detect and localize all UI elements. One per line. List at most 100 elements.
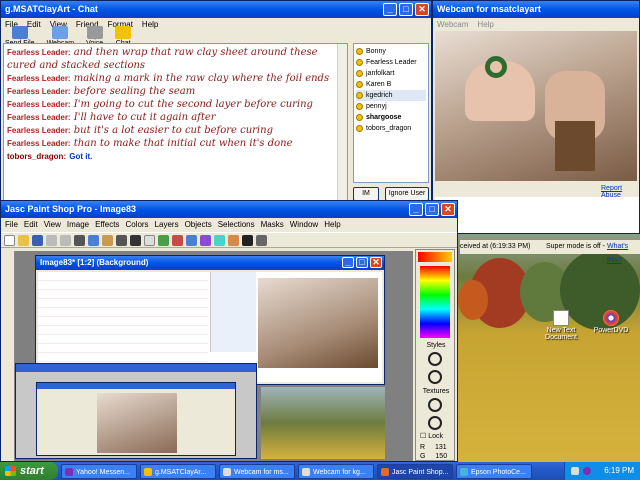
buddy-status-icon (356, 114, 363, 121)
buddy-item[interactable]: Fearless Leader (356, 57, 426, 68)
webcam-titlebar[interactable]: Webcam for msatclayart (433, 1, 639, 18)
taskbar-item[interactable]: Webcam for kg... (298, 463, 374, 479)
whats-this-link[interactable]: What's this? (607, 240, 640, 268)
buddy-item[interactable]: janfolkart (356, 68, 426, 79)
menu-file[interactable]: File (5, 218, 18, 232)
desktop-icon-text-document[interactable]: New Text Document (540, 310, 582, 341)
menu-objects[interactable]: Objects (185, 218, 212, 232)
maximize-button[interactable]: □ (425, 203, 439, 216)
chat-message: Fearless Leader: before sealing the seam (7, 86, 196, 97)
send-file-icon (11, 26, 28, 39)
no-icon[interactable] (130, 234, 141, 246)
taskbar-item[interactable]: Yahoo! Messen... (61, 463, 137, 479)
wallpaper-tree (458, 280, 488, 320)
buddy-item[interactable]: tobors_dragon (356, 123, 426, 134)
textures-swatch-background[interactable] (428, 416, 442, 430)
materials-palette: Styles Textures ☐ Lock R 131 G 150 (415, 249, 455, 461)
paste-icon[interactable] (102, 234, 113, 246)
buddy-item[interactable]: Karen B (356, 79, 426, 90)
menu-effects[interactable]: Effects (95, 218, 119, 232)
microphone-icon (86, 26, 103, 39)
buddy-item[interactable]: kgedrich (356, 90, 426, 101)
minimize-button[interactable]: _ (342, 257, 354, 268)
im-button[interactable]: IM (353, 187, 379, 201)
menu-webcam[interactable]: Webcam (437, 18, 468, 32)
menu-image[interactable]: Image (67, 218, 89, 232)
menu-help[interactable]: Help (142, 18, 158, 32)
script-icon[interactable] (228, 234, 239, 246)
psp-titlebar[interactable]: Jasc Paint Shop Pro - Image83 _ □ ✕ (1, 201, 457, 218)
chat-titlebar[interactable]: g.MSATClayArt - Chat _ □ ✕ (1, 1, 431, 18)
chat-message: tobors_dragon: Got it. (7, 152, 93, 161)
clock[interactable]: 6:19 PM (604, 466, 634, 475)
window-title: g.MSATClayArt - Chat (5, 4, 98, 14)
image83-titlebar[interactable]: Image83* [1:2] (Background) _ □ ✕ (36, 256, 384, 270)
undo-icon[interactable] (46, 234, 57, 246)
desktop-icon-powerdvd[interactable]: PowerDVD (590, 310, 632, 334)
menu-view[interactable]: View (44, 218, 61, 232)
minimize-button[interactable]: _ (409, 203, 423, 216)
psp-tool-strip (3, 251, 15, 461)
nested-desktop-capture (261, 387, 385, 459)
webcam-status-strip: ceived at (6:19:33 PM) Super mode is off… (460, 240, 640, 264)
context-help-icon[interactable] (256, 234, 267, 246)
color-spectrum-picker[interactable] (420, 266, 450, 338)
chat-message: Fearless Leader: and then wrap that raw … (7, 47, 318, 71)
redo-icon[interactable] (60, 234, 71, 246)
open-icon[interactable] (18, 234, 29, 246)
lock-checkbox[interactable]: ☐ Lock (420, 432, 443, 440)
taskbar-item[interactable]: Jasc Paint Shop... (377, 463, 453, 479)
menu-layers[interactable]: Layers (155, 218, 179, 232)
close-button[interactable]: ✕ (441, 203, 455, 216)
nested-psp-capture (15, 363, 257, 459)
browse-icon[interactable] (144, 234, 155, 246)
menu-help[interactable]: Help (477, 18, 493, 32)
menu-masks[interactable]: Masks (261, 218, 284, 232)
cut-icon[interactable] (74, 234, 85, 246)
buddy-item[interactable]: pennyj (356, 101, 426, 112)
buddy-item[interactable]: Bonny (356, 46, 426, 57)
webcam-icon (223, 467, 231, 476)
maximize-button[interactable]: □ (399, 3, 413, 16)
menu-colors[interactable]: Colors (125, 218, 148, 232)
tool-options-icon[interactable] (214, 234, 225, 246)
menu-edit[interactable]: Edit (24, 218, 38, 232)
buddy-item[interactable]: shargoose (356, 112, 426, 123)
help-icon[interactable] (242, 234, 253, 246)
chat-scrollbar[interactable] (337, 44, 347, 202)
taskbar-item[interactable]: Webcam for ms... (219, 463, 295, 479)
menu-help[interactable]: Help (324, 218, 340, 232)
color-readout-r: R 131 (420, 444, 447, 451)
textures-swatch[interactable] (428, 398, 442, 412)
minimize-button[interactable]: _ (383, 3, 397, 16)
styles-swatch-background[interactable] (428, 370, 442, 384)
ignore-user-button[interactable]: Ignore User (385, 187, 429, 201)
histogram-icon[interactable] (172, 234, 183, 246)
palette-header (418, 252, 452, 262)
menu-window[interactable]: Window (290, 218, 318, 232)
close-button[interactable]: ✕ (370, 257, 382, 268)
camera-icon[interactable] (116, 234, 127, 246)
tape-roll (485, 56, 507, 78)
taskbar-item[interactable]: Epson PhotoCe... (456, 463, 532, 479)
palette-toggle-icon[interactable] (158, 234, 169, 246)
save-icon[interactable] (32, 234, 43, 246)
start-button[interactable]: start (0, 462, 58, 480)
tray-messenger-icon[interactable] (583, 467, 591, 475)
tray-network-icon[interactable] (571, 467, 579, 475)
canvas-buddy-capture (210, 272, 256, 352)
window-controls: _ □ ✕ (342, 257, 382, 268)
window-controls: _ □ ✕ (409, 203, 455, 216)
copy-icon[interactable] (88, 234, 99, 246)
taskbar-item[interactable]: g.MSATClayAr... (140, 463, 216, 479)
chat-message-log[interactable]: Fearless Leader: and then wrap that raw … (3, 43, 348, 203)
menu-selections[interactable]: Selections (218, 218, 255, 232)
new-icon[interactable] (4, 234, 15, 246)
styles-swatch[interactable] (428, 352, 442, 366)
taskbar: start Yahoo! Messen... g.MSATClayAr... W… (0, 462, 640, 480)
maximize-button[interactable]: □ (356, 257, 368, 268)
overview-icon[interactable] (200, 234, 211, 246)
buddy-status-icon (356, 81, 363, 88)
close-button[interactable]: ✕ (415, 3, 429, 16)
layers-icon[interactable] (186, 234, 197, 246)
